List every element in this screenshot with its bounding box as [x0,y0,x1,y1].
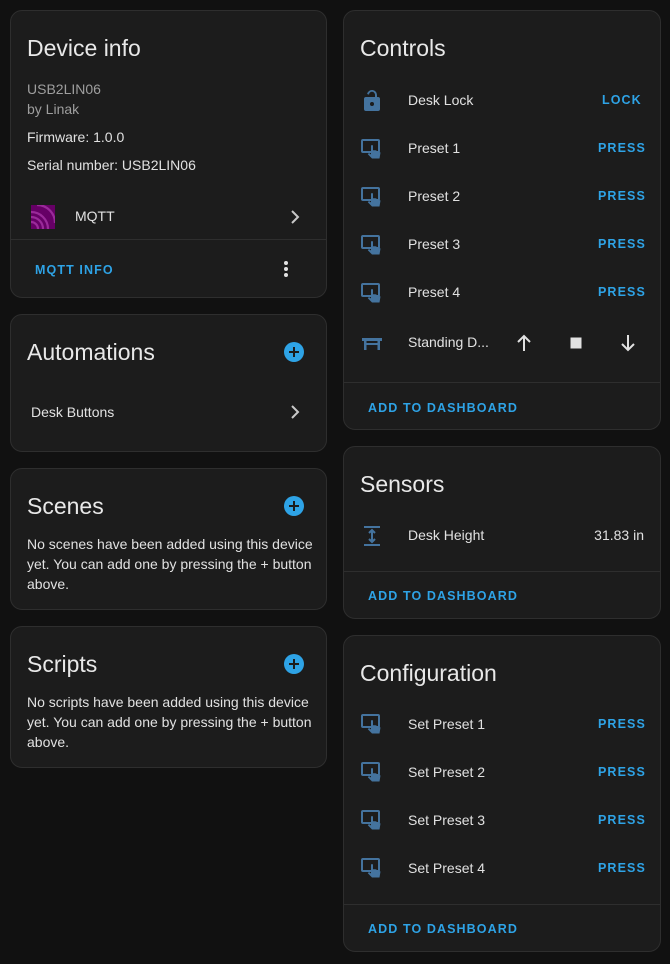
scenes-empty-text: No scenes have been added using this dev… [27,536,313,592]
entity-row[interactable]: Preset 2 PRESS [344,179,660,219]
arrow-expand-vertical-icon [360,524,384,548]
sensor-value: 31.83 in [594,527,644,543]
press-button[interactable]: PRESS [598,189,646,203]
add-to-dashboard-button[interactable]: ADD TO DASHBOARD [368,589,518,603]
scripts-empty-text: No scripts have been added using this de… [27,694,312,750]
gesture-tap-icon [360,808,384,832]
card-title: Device info [27,35,141,61]
desk-icon [360,331,384,355]
add-to-dashboard-button[interactable]: ADD TO DASHBOARD [368,922,518,936]
lock-button[interactable]: LOCK [602,93,642,107]
gesture-tap-icon [360,856,384,880]
entity-row[interactable]: Preset 4 PRESS [344,275,660,315]
cover-row[interactable]: Standing D... [344,323,660,363]
firmware-version: Firmware: 1.0.0 [27,129,125,145]
entity-name: Preset 3 [408,236,461,252]
controls-card: Controls Desk Lock LOCK Preset 1 PRESS P… [343,10,661,430]
entity-row[interactable]: Set Preset 1 PRESS [344,706,660,746]
press-button[interactable]: PRESS [598,765,646,779]
mqtt-label: MQTT [75,208,115,224]
gesture-tap-icon [360,233,384,257]
entity-name: Desk Height [408,527,485,543]
card-title: Automations [27,339,155,365]
mqtt-integration-row[interactable]: MQTT [11,197,326,237]
scenes-card: Scenes No scenes have been added using t… [10,468,327,610]
card-title: Scenes [27,493,104,519]
device-info-card: Device info USB2LIN06 by Linak Firmware:… [10,10,327,298]
configuration-card: Configuration Set Preset 1 PRESS Set Pre… [343,635,661,952]
device-model: USB2LIN06 [27,81,101,97]
gesture-tap-icon [360,281,384,305]
lock-open-icon [360,89,384,113]
card-divider [344,571,660,572]
card-divider [344,382,660,383]
gesture-tap-icon [360,137,384,161]
entity-name: Set Preset 2 [408,764,486,780]
entity-name: Set Preset 1 [408,716,486,732]
device-manufacturer: by Linak [27,101,80,117]
card-title: Sensors [360,471,445,497]
entity-name: Set Preset 3 [408,812,486,828]
chevron-right-icon [283,400,307,424]
arrow-down-icon[interactable] [616,331,640,355]
mqtt-info-button[interactable]: MQTT INFO [35,263,114,277]
gesture-tap-icon [360,185,384,209]
sensors-card: Sensors Desk Height 31.83 in ADD TO DASH… [343,446,661,619]
automation-item[interactable]: Desk Buttons [11,395,326,427]
serial-number: Serial number: USB2LIN06 [27,157,196,173]
press-button[interactable]: PRESS [598,717,646,731]
entity-row[interactable]: Set Preset 3 PRESS [344,802,660,842]
entity-name: Standing D... [408,334,489,350]
gesture-tap-icon [360,712,384,736]
entity-row[interactable]: Set Preset 4 PRESS [344,850,660,890]
entity-row[interactable]: Preset 3 PRESS [344,227,660,267]
gesture-tap-icon [360,760,384,784]
entity-row[interactable]: Desk Lock LOCK [344,83,660,123]
press-button[interactable]: PRESS [598,237,646,251]
automation-label: Desk Buttons [31,404,115,420]
add-scene-button[interactable] [284,496,304,516]
card-divider [344,904,660,905]
scripts-card: Scripts No scripts have been added using… [10,626,327,768]
entity-row[interactable]: Set Preset 2 PRESS [344,754,660,794]
entity-row[interactable]: Preset 1 PRESS [344,131,660,171]
card-title: Controls [360,35,446,61]
press-button[interactable]: PRESS [598,141,646,155]
add-to-dashboard-button[interactable]: ADD TO DASHBOARD [368,401,518,415]
entity-name: Set Preset 4 [408,860,486,876]
press-button[interactable]: PRESS [598,861,646,875]
mqtt-icon [31,205,55,229]
stop-icon[interactable] [564,331,588,355]
arrow-up-icon[interactable] [512,331,536,355]
chevron-right-icon [283,205,307,229]
card-title: Scripts [27,651,98,677]
entity-name: Preset 2 [408,188,461,204]
press-button[interactable]: PRESS [598,813,646,827]
more-vert-icon[interactable] [274,257,298,281]
entity-name: Preset 4 [408,284,461,300]
card-divider [11,239,326,240]
card-title: Configuration [360,660,497,686]
entity-row[interactable]: Desk Height 31.83 in [344,517,660,557]
automations-card: Automations Desk Buttons [10,314,327,452]
entity-name: Desk Lock [408,92,474,108]
add-automation-button[interactable] [284,342,304,362]
entity-name: Preset 1 [408,140,461,156]
add-script-button[interactable] [284,654,304,674]
press-button[interactable]: PRESS [598,285,646,299]
